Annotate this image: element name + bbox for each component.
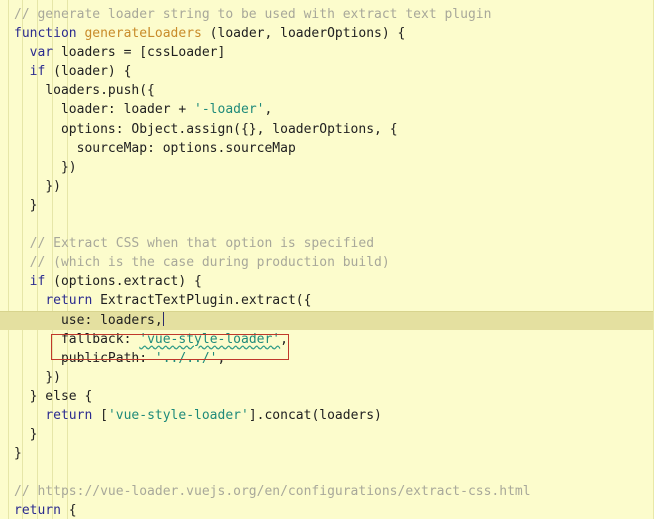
code-text: } — [14, 446, 22, 462]
code-line[interactable]: function generateLoaders (loader, loader… — [0, 24, 653, 43]
code-text: } else { — [29, 388, 93, 404]
string-literal: 'vue-style-loader' — [139, 331, 281, 347]
string-literal: '../../' — [154, 350, 218, 366]
code-text: , — [264, 102, 273, 118]
code-line[interactable]: } else { — [0, 387, 653, 406]
code-editor[interactable]: // generate loader string to be used wit… — [0, 0, 654, 519]
code-line[interactable]: return ['vue-style-loader'].concat(loade… — [0, 406, 653, 425]
text-caret — [162, 311, 164, 326]
code-text: ExtractTextPlugin.extract({ — [92, 293, 312, 309]
code-text: loaders = [cssLoader] — [53, 45, 226, 61]
code-line[interactable]: } — [0, 425, 653, 444]
code-text: sourceMap: options.sourceMap — [76, 140, 296, 156]
keyword-function: function — [14, 26, 77, 42]
keyword-return: return — [45, 293, 93, 309]
comment-text: // (which is the case during production … — [29, 255, 390, 271]
code-line-blank[interactable] — [0, 463, 653, 482]
string-literal: 'vue-style-loader' — [107, 407, 249, 423]
code-line[interactable]: // https://vue-loader.vuejs.org/en/confi… — [0, 482, 653, 501]
keyword-return: return — [14, 503, 61, 519]
code-line[interactable]: }) — [0, 177, 653, 196]
code-line[interactable]: if (loader) { — [0, 62, 653, 81]
code-line[interactable]: } — [0, 444, 653, 463]
code-line[interactable]: // Extract CSS when that option is speci… — [0, 234, 653, 253]
code-text: ].concat(loaders) — [248, 407, 382, 423]
code-text: } — [29, 197, 38, 213]
code-text: use: loaders, — [60, 312, 163, 328]
code-text: , — [217, 350, 226, 366]
code-text: , — [280, 331, 288, 347]
code-text: options: Object.assign({}, loaderOptions… — [60, 121, 398, 137]
code-text: } — [29, 427, 38, 443]
code-line[interactable]: var loaders = [cssLoader] — [0, 43, 653, 62]
code-text: }) — [45, 369, 61, 385]
code-line[interactable]: if (options.extract) { — [0, 272, 653, 291]
code-text: [ — [92, 407, 108, 423]
code-text: }) — [45, 178, 61, 194]
code-line[interactable]: loaders.push({ — [0, 81, 653, 100]
code-line[interactable]: sourceMap: options.sourceMap — [0, 139, 653, 158]
comment-text: // generate loader string to be used wit… — [14, 7, 492, 22]
code-text: (loader) { — [45, 64, 132, 80]
code-text: }) — [60, 159, 77, 175]
keyword-if: if — [29, 274, 46, 290]
code-text: publicPath: — [60, 350, 155, 366]
code-line[interactable]: publicPath: '../../', — [0, 349, 653, 368]
code-text: fallback: — [60, 331, 140, 347]
code-line[interactable]: }) — [0, 158, 653, 177]
code-line-current[interactable]: use: loaders, — [0, 310, 653, 330]
code-line[interactable]: options: Object.assign({}, loaderOptions… — [0, 120, 653, 139]
code-text: { — [60, 503, 77, 519]
code-line[interactable]: loader: loader + '-loader', — [0, 100, 653, 119]
code-line[interactable]: }) — [0, 368, 653, 387]
code-line[interactable]: } — [0, 196, 653, 215]
code-line-blank[interactable] — [0, 215, 653, 234]
keyword-if: if — [29, 64, 46, 80]
code-text: loader: loader + — [60, 102, 195, 118]
code-content[interactable]: // generate loader string to be used wit… — [0, 5, 653, 519]
comment-url-text: // https://vue-loader.vuejs.org/en/confi… — [14, 484, 531, 500]
code-line[interactable]: fallback: 'vue-style-loader', — [0, 330, 653, 349]
code-text: (loader, loaderOptions) { — [201, 26, 406, 42]
code-line[interactable]: return ExtractTextPlugin.extract({ — [0, 291, 653, 310]
keyword-var: var — [29, 45, 54, 61]
code-line[interactable]: // generate loader string to be used wit… — [0, 5, 653, 24]
keyword-return: return — [45, 407, 93, 423]
string-literal: '-loader' — [194, 102, 265, 118]
code-text: loaders.push({ — [45, 83, 155, 99]
code-line[interactable]: return { — [0, 501, 653, 519]
function-name: generateLoaders — [84, 26, 202, 42]
code-text: (options.extract) { — [45, 274, 202, 290]
comment-text: // Extract CSS when that option is speci… — [29, 236, 375, 252]
code-line[interactable]: // (which is the case during production … — [0, 253, 653, 272]
